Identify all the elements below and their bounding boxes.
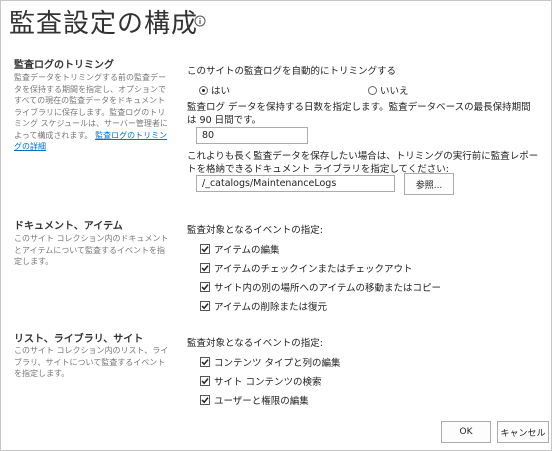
- documents-event-checkbox[interactable]: アイテムのチェックインまたはチェックアウト: [200, 261, 413, 275]
- radio-yes[interactable]: はい: [199, 83, 230, 97]
- dialog-frame: 監査設定の構成 監査ログのトリミング 監査データをトリミングする前の監査データを…: [0, 0, 552, 451]
- checkbox-icon[interactable]: [200, 376, 210, 386]
- checkbox-label: ユーザーと権限の編集: [214, 396, 309, 407]
- trimming-section-description: 監査データをトリミングする前の監査データを保持する期間を指定し、オプションですべ…: [14, 72, 169, 153]
- cancel-button[interactable]: キャンセル: [497, 421, 549, 443]
- radio-no-indicator[interactable]: [368, 85, 377, 95]
- documents-event-checkbox[interactable]: サイト内の別の場所へのアイテムの移動またはコピー: [200, 280, 441, 294]
- checkbox-icon[interactable]: [200, 301, 210, 311]
- lists-event-checkbox[interactable]: サイト コンテンツの検索: [200, 374, 322, 388]
- checkbox-icon[interactable]: [200, 263, 210, 273]
- checkbox-label: アイテムの編集: [214, 245, 280, 256]
- retention-days-input[interactable]: 80: [196, 127, 308, 144]
- checkbox-icon[interactable]: [200, 282, 210, 292]
- checkbox-icon[interactable]: [200, 395, 210, 405]
- radio-no-label: いいえ: [380, 86, 409, 97]
- checkbox-label: サイト コンテンツの検索: [214, 377, 322, 388]
- checkbox-label: コンテンツ タイプと列の編集: [214, 358, 341, 369]
- lists-event-checkbox[interactable]: ユーザーと権限の編集: [200, 393, 309, 407]
- trimming-section-title: 監査ログのトリミング: [14, 60, 114, 71]
- browse-button[interactable]: 参照...: [404, 173, 454, 195]
- documents-event-checkbox[interactable]: アイテムの削除または復元: [200, 299, 327, 313]
- lists-events-label: 監査対象となるイベントの指定:: [187, 338, 323, 349]
- lists-event-checkbox[interactable]: コンテンツ タイプと列の編集: [200, 355, 341, 369]
- checkbox-label: サイト内の別の場所へのアイテムの移動またはコピー: [214, 283, 442, 294]
- radio-no[interactable]: いいえ: [368, 83, 409, 97]
- ok-button[interactable]: OK: [441, 421, 491, 443]
- radio-yes-indicator[interactable]: [199, 85, 208, 95]
- documents-section-title: ドキュメント、アイテム: [14, 221, 123, 232]
- radio-yes-label: はい: [211, 86, 231, 97]
- library-path-input[interactable]: /_catalogs/MaintenanceLogs: [196, 175, 395, 192]
- page-title: 監査設定の構成: [9, 9, 199, 39]
- lists-section-title: リスト、ライブラリ、サイト: [14, 334, 144, 345]
- library-label: これよりも長く監査データを保存したい場合は、トリミングの実行前に監査レポートを格…: [187, 151, 539, 175]
- retention-days-label: 監査ログ データを保持する日数を指定します。監査データベースの最長保持期間は 9…: [187, 102, 531, 126]
- documents-events-label: 監査対象となるイベントの指定:: [187, 225, 323, 236]
- checkbox-icon[interactable]: [200, 357, 210, 367]
- checkbox-label: アイテムの削除または復元: [214, 302, 328, 313]
- checkbox-label: アイテムのチェックインまたはチェックアウト: [214, 264, 413, 275]
- documents-event-checkbox[interactable]: アイテムの編集: [200, 242, 280, 256]
- documents-section-description: このサイト コレクション内のドキュメントとアイテムについて監査するイベントを指定…: [14, 234, 169, 266]
- info-icon[interactable]: [194, 15, 206, 27]
- lists-section-description: このサイト コレクション内のリスト、ライブラリ、サイトについて監査するイベントを…: [14, 346, 169, 378]
- checkbox-icon[interactable]: [200, 244, 210, 254]
- auto-trim-label: このサイトの監査ログを自動的にトリミングする: [187, 66, 397, 77]
